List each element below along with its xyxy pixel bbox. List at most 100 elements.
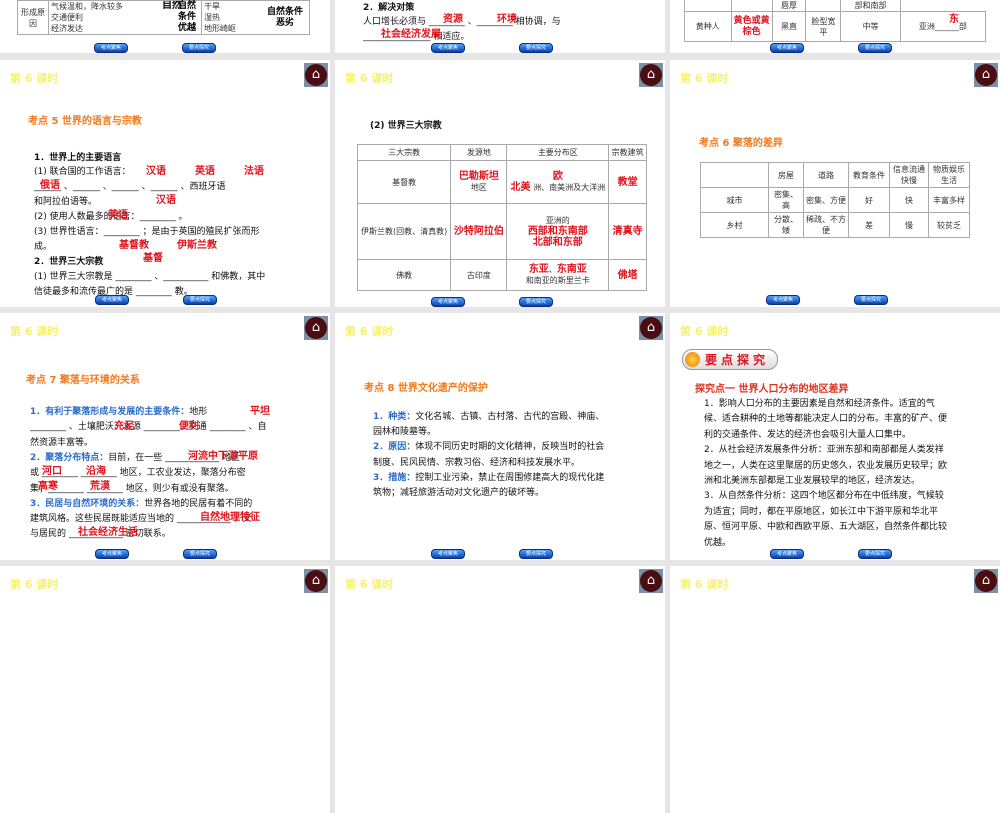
prev-cell: 部和南部 (840, 0, 901, 12)
slide-three-religions[interactable]: 第 6 课时 ⌂ (2) 世界三大宗教 三大宗教 发源地 主要分布区 宗教建筑 基督教… (335, 60, 665, 307)
text-line: 1．影响人口分布的主要因素是自然和经济条件。适宜的气 (704, 399, 935, 409)
nav-button-left[interactable]: 考点聚焦 (94, 43, 128, 53)
line: (1) 世界三大宗教是 ________ 、__________ 和佛教，其中 (34, 272, 266, 282)
home-button[interactable]: ⌂ (974, 63, 998, 87)
slide-races[interactable]: 唇厚 部和南部 黄种人 黄色或黄棕色 黑直 脸型宽平 中等 亚洲______部 东 考点聚焦… (670, 0, 1000, 53)
text-line: 1．种类：文化名城、古镇、古村落、古代的宫殿、神庙、 (373, 412, 605, 422)
lesson-label: 第 6 课时 (680, 325, 729, 338)
bad-label: 自然条件恶劣 (261, 0, 310, 35)
nav-button-left[interactable]: 考点聚焦 (431, 549, 465, 559)
answer: 英语 (195, 166, 215, 177)
nav-button-left[interactable]: 考点聚焦 (766, 295, 800, 305)
slide-next-3[interactable]: 第 6 课时 ⌂ (670, 566, 1000, 813)
section-heading: 1．世界上的主要语言 (34, 153, 122, 163)
line: 和阿拉伯语等。 (34, 197, 98, 207)
home-icon: ⌂ (975, 64, 997, 86)
nav-button-left[interactable]: 考点聚焦 (95, 295, 129, 305)
hair: 黑直 (771, 11, 807, 42)
section-title: 探究点一 世界人口分布的地区差异 (695, 384, 849, 395)
line: ______ 、______ 、______ 、______ 、西班牙语 (34, 182, 226, 192)
home-icon: ⌂ (975, 570, 997, 592)
nav-button-right[interactable]: 要点探究 (183, 295, 217, 305)
distribution: 亚洲______部 (899, 11, 987, 42)
answer: 基督 (143, 253, 163, 264)
answer: 河口 (42, 466, 62, 477)
lesson-label: 第 6 课时 (680, 72, 729, 85)
answer: 伊斯兰教 (177, 240, 217, 251)
nav-button-right[interactable]: 要点探究 (183, 549, 217, 559)
lesson-label: 第 6 课时 (345, 72, 394, 85)
slide-settlement-difference[interactable]: 第 6 课时 ⌂ 考点 6 聚落的差异 房屋 道路 教育条件 信息流通快慢 物质娱乐生活… (670, 60, 1000, 307)
answer: 河流中下游平原 (188, 451, 258, 462)
races-table: 唇厚 部和南部 黄种人 黄色或黄棕色 黑直 脸型宽平 中等 亚洲______部 (684, 0, 987, 42)
slide-title: 考点 7 聚落与环境的关系 (26, 375, 140, 386)
good-label: 自然条件优越 (173, 0, 203, 35)
text-line: 集；________ ________ 地区，则少有或没有聚落。 (30, 483, 234, 494)
home-button[interactable]: ⌂ (304, 316, 328, 340)
text-line: 地之一，人类在这里聚居的历史悠久，农业发展历史较早；欧 (704, 460, 948, 471)
home-icon: ⌂ (305, 64, 327, 86)
nav-button-right[interactable]: 要点探究 (858, 549, 892, 559)
lesson-label: 第 6 课时 (345, 325, 394, 338)
home-icon: ⌂ (305, 570, 327, 592)
home-button[interactable]: ⌂ (974, 569, 998, 593)
text-line: 优越。 (704, 537, 732, 548)
nav-button-left[interactable]: 考点聚焦 (770, 43, 804, 53)
nav-button-right[interactable]: 要点探究 (519, 549, 553, 559)
text-line: 原、恒河平原、中欧和西欧平原、五大湖区，自然条件都比较 (704, 522, 948, 533)
slide-heritage[interactable]: 第 6 课时 ⌂ 考点 8 世界文化遗产的保护 1．种类：文化名城、古镇、古村落… (335, 313, 665, 560)
key-points-banner: 要点探究 (682, 349, 779, 370)
bad-conditions: 干旱 湿热 地形崎岖 (201, 0, 261, 35)
text-line: 1．有利于聚落形成与发展的主要条件：地形 (30, 407, 208, 417)
home-button[interactable]: ⌂ (639, 63, 663, 87)
slide-key-points[interactable]: 第 6 课时 要点探究 探究点一 世界人口分布的地区差异 1．影响人口分布的主要… (670, 313, 1000, 560)
lesson-label: 第 6 课时 (345, 578, 394, 591)
text-line: 3．从自然条件分析：这四个地区都分布在中低纬度，气候较 (704, 491, 944, 502)
text-line: 园林和陵墓等。 (373, 427, 437, 438)
text-line: 3．民居与自然环境的关系：世界各地的民居有着不同的 (30, 498, 253, 509)
answer: 充足 (114, 421, 134, 432)
home-button[interactable]: ⌂ (304, 569, 328, 593)
answer: 法语 (244, 166, 264, 177)
nav-button-right[interactable]: 要点探究 (519, 297, 553, 307)
skin-answer: 黄色或黄棕色 (730, 11, 773, 42)
nav-button-right[interactable]: 要点探究 (519, 43, 553, 53)
slide-population-causes[interactable]: 自然 形成原因 气候温和，降水较多 交通便利 经济发达 自然条件优越 干旱 湿热 地形崎… (0, 0, 330, 53)
slide-next-1[interactable]: 第 6 课时 ⌂ (0, 566, 330, 813)
slide-settlement-environment[interactable]: 第 6 课时 ⌂ 考点 7 聚落与环境的关系 1．有利于聚落形成与发展的主要条件… (0, 313, 330, 560)
answer: 资源 (443, 14, 463, 25)
settlement-table: 房屋 道路 教育条件 信息流通快慢 物质娱乐生活 城市 密集、高 密集、方便好快丰富多样 乡… (700, 162, 970, 238)
home-button[interactable]: ⌂ (304, 63, 328, 87)
home-button[interactable]: ⌂ (639, 316, 663, 340)
nav-button-left[interactable]: 考点聚焦 (95, 549, 129, 559)
lesson-label: 第 6 课时 (680, 578, 729, 591)
text-line: 利的交通条件、发达的经济也会吸引大量人口集中。 (704, 429, 912, 440)
height: 中等 (840, 11, 901, 42)
text-line: ________ 、土壤肥沃、水源 ________、交通 ________ 、… (30, 422, 267, 433)
good-conditions: 气候温和，降水较多 交通便利 经济发达 (48, 0, 174, 35)
text-line: 3．措施：控制工业污染，禁止在周围修建高大的现代化建 (373, 472, 605, 483)
slide-solutions[interactable]: 2．解决对策 人口增长必须与 ________ 、________ 相协调，与 … (335, 0, 665, 53)
nav-button-left[interactable]: 考点聚焦 (770, 549, 804, 559)
line: 成。 (34, 242, 53, 252)
slide-next-2[interactable]: 第 6 课时 ⌂ (335, 566, 665, 813)
lesson-label: 第 6 课时 (10, 72, 59, 85)
answer: 汉语 (146, 166, 166, 177)
home-button[interactable]: ⌂ (639, 569, 663, 593)
home-icon: ⌂ (640, 64, 662, 86)
text-line: 或 ________ ________ 地区，工农业发达，聚落分布密 (30, 468, 246, 479)
slide-language-religion[interactable]: 第 6 课时 ⌂ 考点 5 世界的语言与宗教 1．世界上的主要语言 (1) 联合… (0, 60, 330, 307)
answer: 东 (949, 14, 959, 25)
nav-button-left[interactable]: 考点聚焦 (431, 297, 465, 307)
nav-button-left[interactable]: 考点聚焦 (431, 43, 465, 53)
answer: 俄语 (40, 180, 60, 191)
text-line: 然资源丰富等。 (30, 437, 94, 448)
text-line: 2．从社会经济发展条件分析：亚洲东部和南部都是人类发祥 (704, 445, 944, 456)
text-line: 为适宜；同时，都在平原地区，如长江中下游平原和华北平 (704, 506, 939, 517)
answer: 便利 (179, 421, 199, 432)
nav-button-right[interactable]: 要点探究 (182, 43, 216, 53)
slide-title: 考点 8 世界文化遗产的保护 (364, 383, 488, 394)
nav-button-right[interactable]: 要点探究 (858, 43, 892, 53)
nav-button-right[interactable]: 要点探究 (854, 295, 888, 305)
answer: 高寒 (38, 481, 58, 492)
